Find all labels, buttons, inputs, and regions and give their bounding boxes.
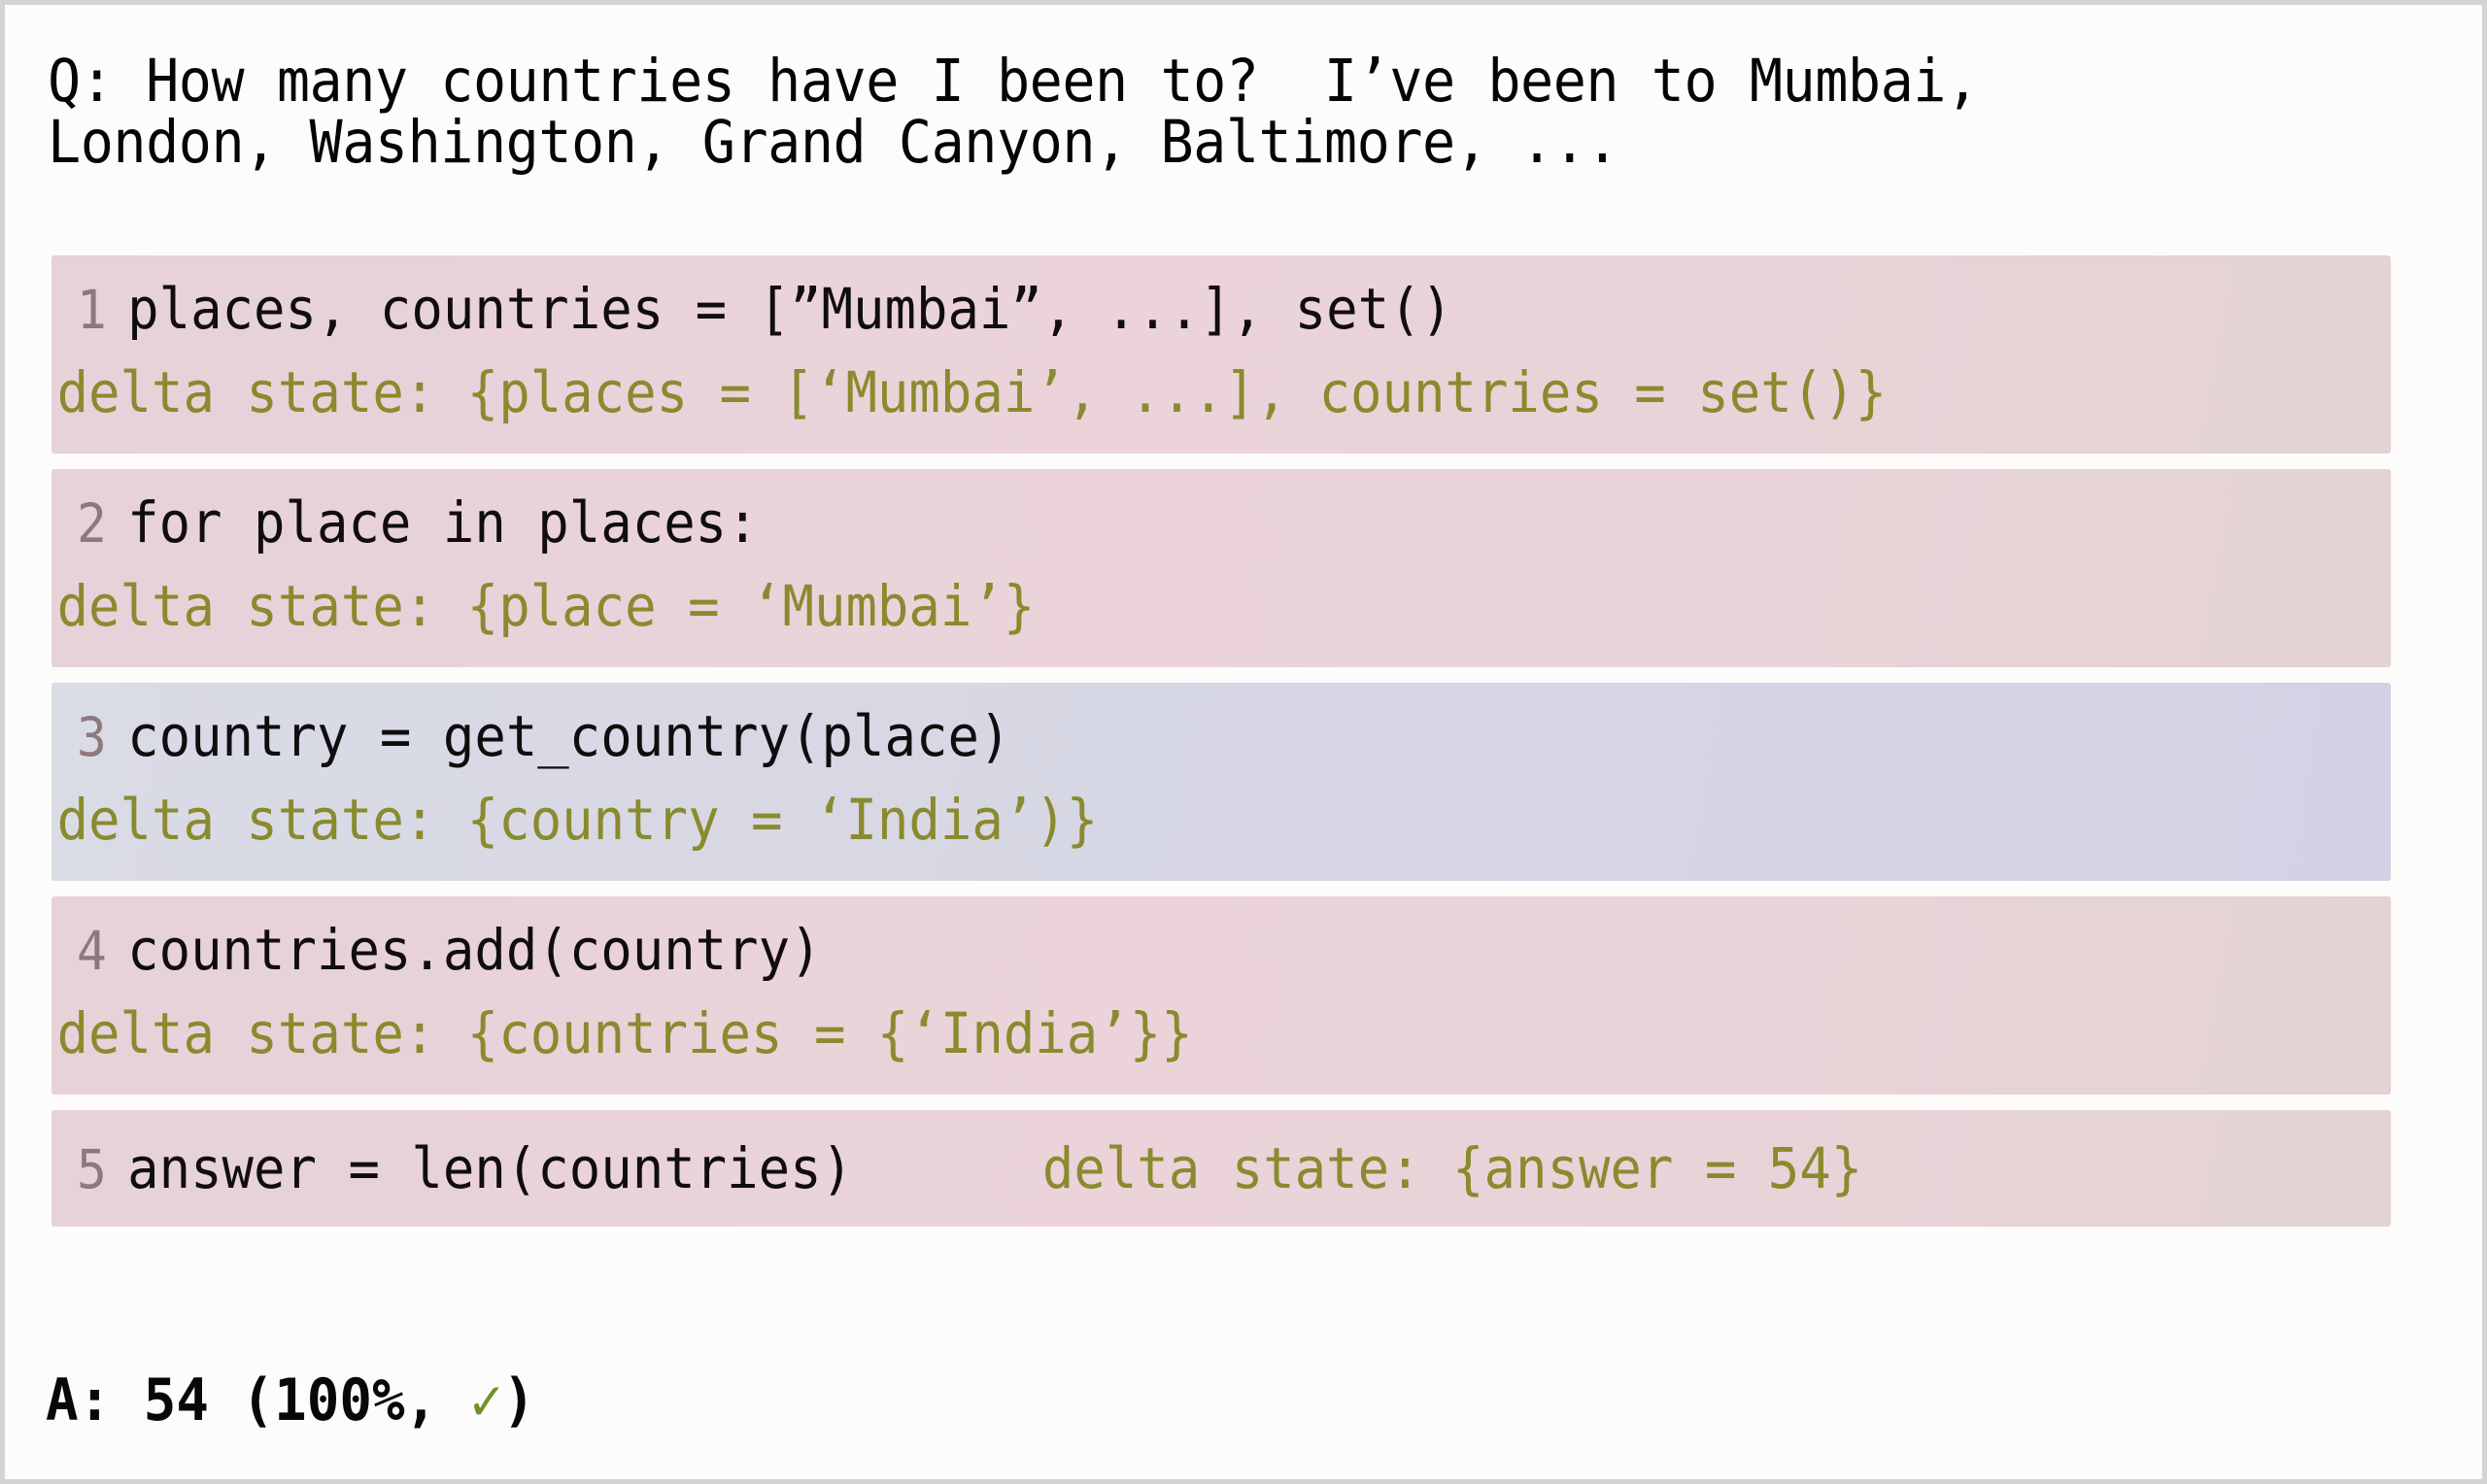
code-line-4: 4 countries.add(country) — [51, 906, 2227, 994]
delta-state-3: delta state: {country = ‘India’)} — [56, 787, 1099, 853]
program-step-2: 2 for place in places: delta state: {plac… — [51, 469, 2391, 667]
program-steps-list: 1 places, countries = [”Mumbai”, ...], se… — [5, 255, 2482, 1242]
question-text: Q: How many countries have I been to? I’… — [48, 47, 1979, 177]
code-line-2: 2 for place in places: — [51, 479, 2227, 566]
line-number-3: 3 — [77, 706, 107, 768]
answer-prefix: A: 54 (100%, — [46, 1366, 470, 1434]
answer-suffix: ) — [502, 1366, 535, 1434]
code-line-5: 5 answer = len(countries) delta state: {a… — [51, 1120, 2227, 1217]
answer-line: A: 54 (100%, ✓) — [46, 1366, 535, 1434]
line-number-5: 5 — [77, 1138, 107, 1200]
program-step-4: 4 countries.add(country) delta state: {co… — [51, 896, 2391, 1095]
line-number-1: 1 — [77, 279, 107, 341]
code-text-4: countries.add(country) — [127, 917, 822, 983]
code-text-3: country = get_country(place) — [127, 703, 1011, 769]
program-step-3: 3 country = get_country(place) delta stat… — [51, 683, 2391, 881]
reasoning-trace-card: Q: How many countries have I been to? I’… — [0, 0, 2487, 1484]
code-line-1: 1 places, countries = [”Mumbai”, ...], se… — [51, 265, 2227, 353]
delta-state-1: delta state: {places = [‘Mumbai’, ...], … — [56, 359, 1888, 425]
program-step-5: 5 answer = len(countries) delta state: {a… — [51, 1110, 2391, 1227]
delta-state-5: delta state: {answer = 54} — [853, 1135, 1863, 1201]
delta-state-2: delta state: {place = ‘Mumbai’} — [56, 573, 1036, 639]
code-text-1: places, countries = [”Mumbai”, ...], set… — [127, 276, 1453, 342]
code-text-5: answer = len(countries) — [127, 1135, 854, 1201]
program-step-1: 1 places, countries = [”Mumbai”, ...], se… — [51, 255, 2391, 454]
line-number-4: 4 — [77, 920, 107, 982]
code-text-2: for place in places: — [127, 489, 759, 556]
code-line-3: 3 country = get_country(place) — [51, 692, 2227, 780]
delta-state-4: delta state: {countries = {‘India’}} — [56, 1000, 1193, 1066]
check-icon: ✓ — [469, 1366, 503, 1434]
line-number-2: 2 — [77, 492, 107, 555]
